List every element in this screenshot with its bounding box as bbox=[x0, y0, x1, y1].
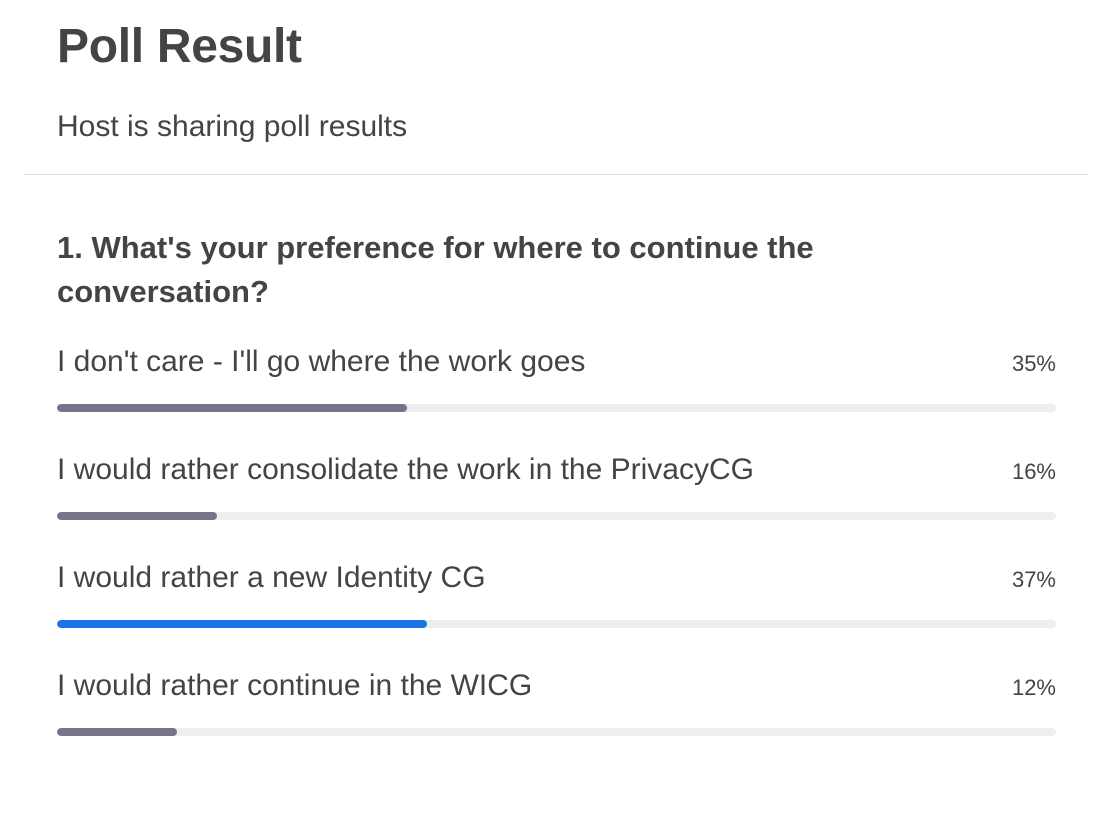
page-title: Poll Result bbox=[57, 20, 302, 73]
poll-option-label: I don't care - I'll go where the work go… bbox=[57, 345, 586, 378]
result-bar-track bbox=[57, 620, 1056, 628]
poll-question-block: 1. What's your preference for where to c… bbox=[57, 226, 1056, 776]
poll-option: I would rather consolidate the work in t… bbox=[57, 452, 1056, 560]
result-bar-track bbox=[57, 404, 1056, 412]
result-bar-fill bbox=[57, 404, 407, 412]
poll-option-row: I would rather a new Identity CG 37% bbox=[57, 560, 1056, 600]
result-bar-fill bbox=[57, 512, 217, 520]
poll-option: I don't care - I'll go where the work go… bbox=[57, 344, 1056, 452]
poll-option-row: I would rather consolidate the work in t… bbox=[57, 452, 1056, 492]
page-subtitle: Host is sharing poll results bbox=[57, 109, 408, 143]
poll-result-panel: Poll Result Host is sharing poll results… bbox=[0, 0, 1110, 826]
poll-option-row: I would rather continue in the WICG 12% bbox=[57, 668, 1056, 708]
result-bar-fill bbox=[57, 728, 177, 736]
poll-option-percent: 12% bbox=[1011, 675, 1056, 700]
poll-question: 1. What's your preference for where to c… bbox=[57, 230, 814, 309]
poll-option: I would rather continue in the WICG 12% bbox=[57, 668, 1056, 776]
poll-option-label: I would rather consolidate the work in t… bbox=[57, 453, 754, 486]
poll-option-row: I don't care - I'll go where the work go… bbox=[57, 344, 1056, 384]
header: Poll Result Host is sharing poll results bbox=[0, 0, 1110, 156]
poll-option-percent: 16% bbox=[1011, 459, 1056, 484]
poll-option-label: I would rather continue in the WICG bbox=[57, 669, 533, 702]
poll-option: I would rather a new Identity CG 37% bbox=[57, 560, 1056, 668]
poll-option-label: I would rather a new Identity CG bbox=[57, 561, 486, 594]
poll-option-percent: 35% bbox=[1011, 351, 1056, 376]
result-bar-fill bbox=[57, 620, 427, 628]
poll-options: I don't care - I'll go where the work go… bbox=[57, 344, 1056, 776]
poll-option-percent: 37% bbox=[1011, 567, 1056, 592]
result-bar-track bbox=[57, 512, 1056, 520]
divider bbox=[24, 174, 1088, 175]
result-bar-track bbox=[57, 728, 1056, 736]
